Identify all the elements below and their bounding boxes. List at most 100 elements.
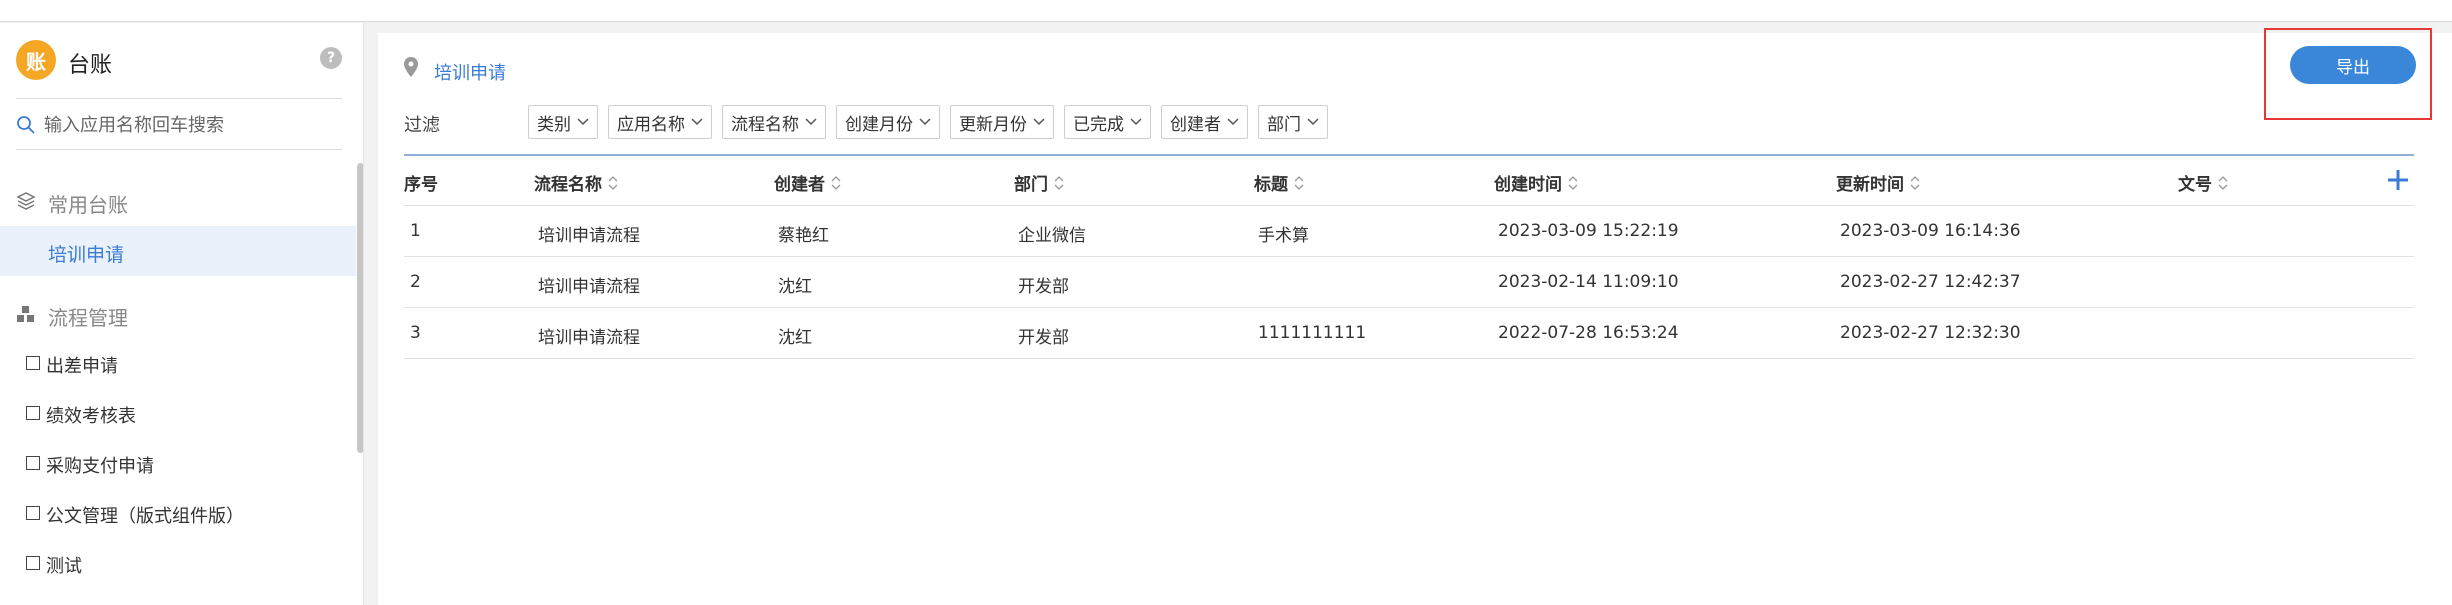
export-button[interactable]: 导出 — [2290, 46, 2416, 84]
filter-label-text: 创建者 — [1170, 114, 1221, 135]
breadcrumb[interactable]: 培训申请 — [434, 59, 506, 85]
cell-process-name: 培训申请流程 — [538, 277, 640, 297]
filter-label: 过滤 — [404, 115, 440, 136]
cell-title: 1111111111 — [1258, 323, 1367, 343]
filter-label-text: 类别 — [537, 114, 571, 135]
filter-creator[interactable]: 创建者 — [1161, 105, 1248, 139]
layers-icon — [16, 192, 36, 210]
cell-creator: 蔡艳红 — [778, 226, 829, 246]
sort-icon[interactable] — [1054, 175, 1064, 191]
add-column-icon[interactable] — [2386, 168, 2410, 192]
search-icon — [17, 116, 35, 134]
sidebar-section-label: 常用台账 — [48, 193, 128, 217]
filter-process-name[interactable]: 流程名称 — [722, 105, 826, 139]
sidebar-item-purchase[interactable]: 采购支付申请 — [0, 440, 356, 490]
column-header-label: 流程名称 — [534, 175, 602, 195]
sidebar-item-document[interactable]: 公文管理（版式组件版） — [0, 490, 356, 540]
sidebar-section-label: 流程管理 — [48, 306, 128, 330]
checkbox-icon — [26, 456, 40, 470]
blocks-icon — [17, 306, 34, 322]
cell-title: 手术算 — [1258, 226, 1309, 246]
sort-icon[interactable] — [1568, 175, 1578, 191]
column-header-label: 部门 — [1014, 175, 1048, 195]
column-header-label: 更新时间 — [1836, 175, 1904, 195]
cell-index: 3 — [410, 323, 421, 343]
cell-updated-time: 2023-03-09 16:14:36 — [1840, 221, 2021, 241]
checkbox-icon — [26, 406, 40, 420]
sidebar-item-label: 绩效考核表 — [46, 406, 136, 427]
cell-updated-time: 2023-02-27 12:42:37 — [1840, 272, 2021, 292]
filter-label-text: 应用名称 — [617, 114, 685, 135]
filter-category[interactable]: 类别 — [528, 105, 598, 139]
filter-label-text: 更新月份 — [959, 114, 1027, 135]
cell-department: 开发部 — [1018, 277, 1069, 297]
logo-char: 账 — [26, 49, 46, 74]
sort-icon[interactable] — [2218, 175, 2228, 191]
filter-label-text: 部门 — [1267, 114, 1301, 135]
sidebar-item-training[interactable]: 培训申请 — [0, 226, 356, 276]
column-header-created-time[interactable]: 创建时间 — [1494, 170, 1578, 195]
filter-bar: 类别 应用名称 流程名称 创建月份 更新月份 已完成 创建者 部门 — [528, 105, 1328, 139]
sidebar-item-test[interactable]: 测试 — [0, 540, 356, 590]
sort-icon[interactable] — [608, 175, 618, 191]
sort-icon[interactable] — [1910, 175, 1920, 191]
column-header-label: 创建时间 — [1494, 175, 1562, 195]
sort-icon[interactable] — [1294, 175, 1304, 191]
main-panel: 培训申请 导出 过滤 类别 应用名称 流程名称 创建月份 更新月份 已完成 创建… — [378, 28, 2452, 605]
sidebar-item-performance[interactable]: 绩效考核表 — [0, 390, 356, 440]
filter-label-text: 创建月份 — [845, 114, 913, 135]
search-input[interactable] — [44, 111, 334, 139]
help-icon[interactable]: ? — [320, 47, 342, 69]
cell-process-name: 培训申请流程 — [538, 226, 640, 246]
column-header-department[interactable]: 部门 — [1014, 170, 1064, 195]
table-header: 序号 流程名称 创建者 部门 标题 创建时间 更新时间 文号 — [404, 154, 2414, 206]
cell-created-time: 2022-07-28 16:53:24 — [1498, 323, 1679, 343]
column-header-label: 创建者 — [774, 175, 825, 195]
cell-created-time: 2023-03-09 15:22:19 — [1498, 221, 1679, 241]
cell-process-name: 培训申请流程 — [538, 328, 640, 348]
chevron-down-icon — [1130, 118, 1142, 126]
column-header-title[interactable]: 标题 — [1254, 170, 1304, 195]
column-header-label: 文号 — [2178, 175, 2212, 195]
sidebar-section-common[interactable]: 常用台账 — [0, 176, 363, 226]
filter-label-text: 已完成 — [1073, 114, 1124, 135]
cell-department: 开发部 — [1018, 328, 1069, 348]
filter-department[interactable]: 部门 — [1258, 105, 1328, 139]
filter-app-name[interactable]: 应用名称 — [608, 105, 712, 139]
chevron-down-icon — [691, 118, 703, 126]
table-row[interactable]: 2 培训申请流程 沈红 开发部 2023-02-14 11:09:10 2023… — [404, 257, 2414, 308]
column-header-process-name[interactable]: 流程名称 — [534, 170, 618, 195]
sidebar-title: 台账 — [68, 53, 113, 78]
checkbox-icon — [26, 556, 40, 570]
ledger-logo-icon: 账 — [16, 40, 56, 80]
filter-updated-month[interactable]: 更新月份 — [950, 105, 1054, 139]
table-row[interactable]: 3 培训申请流程 沈红 开发部 1111111111 2022-07-28 16… — [404, 308, 2414, 359]
sidebar-item-label: 培训申请 — [48, 244, 125, 266]
filter-completed[interactable]: 已完成 — [1064, 105, 1151, 139]
filter-created-month[interactable]: 创建月份 — [836, 105, 940, 139]
column-header-doc-number[interactable]: 文号 — [2178, 170, 2228, 195]
chevron-down-icon — [1033, 118, 1045, 126]
cell-created-time: 2023-02-14 11:09:10 — [1498, 272, 1679, 292]
cell-creator: 沈红 — [778, 328, 812, 348]
cell-updated-time: 2023-02-27 12:32:30 — [1840, 323, 2021, 343]
column-header-index: 序号 — [404, 170, 438, 195]
column-header-updated-time[interactable]: 更新时间 — [1836, 170, 1920, 195]
table-row[interactable]: 1 培训申请流程 蔡艳红 企业微信 手术算 2023-03-09 15:22:1… — [404, 206, 2414, 257]
sidebar-scrollbar[interactable] — [357, 163, 363, 453]
location-pin-icon — [404, 57, 418, 77]
data-table: 序号 流程名称 创建者 部门 标题 创建时间 更新时间 文号 1 培训申请流程 … — [404, 154, 2414, 359]
sidebar-item-label: 公文管理（版式组件版） — [46, 506, 244, 527]
chevron-down-icon — [805, 118, 817, 126]
filter-label-text: 流程名称 — [731, 114, 799, 135]
checkbox-icon — [26, 506, 40, 520]
chevron-down-icon — [577, 118, 589, 126]
sidebar-header: 账 台账 ? — [0, 23, 363, 98]
top-bar — [0, 0, 2452, 22]
chevron-down-icon — [1227, 118, 1239, 126]
search-box — [16, 98, 342, 150]
sort-icon[interactable] — [831, 175, 841, 191]
sidebar-section-process[interactable]: 流程管理 — [0, 289, 363, 339]
sidebar-item-business-trip[interactable]: 出差申请 — [0, 340, 356, 390]
column-header-creator[interactable]: 创建者 — [774, 170, 841, 195]
